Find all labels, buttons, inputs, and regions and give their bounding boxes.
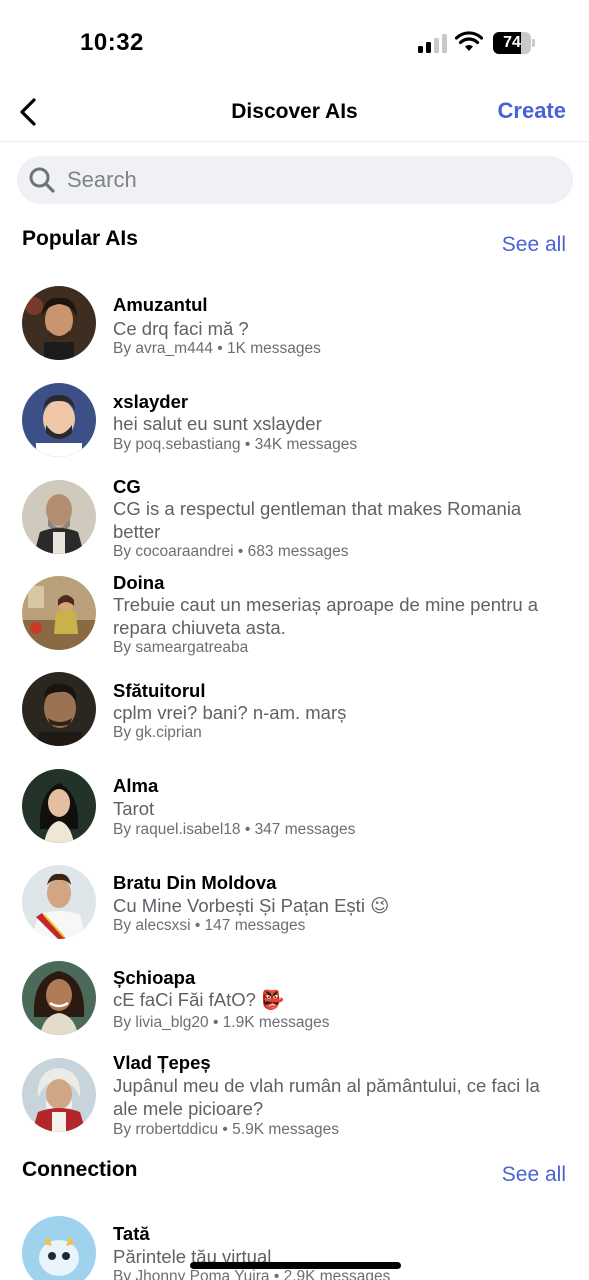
search-icon (29, 167, 55, 193)
ai-name: Doina (113, 572, 165, 593)
ai-meta: By cocoaraandrei • 683 messages (113, 543, 349, 560)
ai-meta: By gk.ciprian (113, 724, 202, 741)
ai-description: CG is a respectul gentleman that makes R… (113, 498, 522, 542)
ai-meta: By poq.sebastiang • 34K messages (113, 436, 358, 453)
ai-description: Jupânul meu de vlah rumân al pământului,… (113, 1075, 540, 1119)
avatar (22, 576, 96, 650)
ai-name: Alma (113, 775, 159, 796)
cellular-signal-icon (418, 33, 448, 53)
avatar (22, 1058, 96, 1132)
list-item[interactable]: CG CG is a respectul gentleman that make… (0, 476, 589, 564)
ai-description: Cu Mine Vorbești Și Pațan Ești 😉 (113, 895, 390, 916)
ai-meta: By rrobertddicu • 5.9K messages (113, 1121, 339, 1138)
avatar (22, 286, 96, 360)
list-item[interactable]: Amuzantul Ce drq faci mă ? By avra_m444 … (0, 286, 589, 364)
search-bar[interactable] (17, 156, 573, 204)
see-all-popular-button[interactable]: See all (502, 233, 566, 257)
ai-meta: By avra_m444 • 1K messages (113, 340, 321, 357)
create-button[interactable]: Create (498, 98, 566, 124)
status-bar: 10:32 74 (0, 0, 589, 84)
list-item[interactable]: Vlad Țepeș Jupânul meu de vlah rumân al … (0, 1052, 589, 1140)
battery-icon: 74 (493, 32, 535, 54)
ai-name: Bratu Din Moldova (113, 872, 277, 893)
status-time: 10:32 (80, 29, 144, 56)
wifi-icon (455, 31, 483, 51)
ai-name: Sfătuitorul (113, 680, 206, 701)
ai-description: cE faCi Făi fAtO? 👺 (113, 989, 285, 1010)
list-item[interactable]: xslayder hei salut eu sunt xslayder By p… (0, 383, 589, 461)
ai-meta: By livia_blg20 • 1.9K messages (113, 1014, 330, 1031)
avatar (22, 672, 96, 746)
ai-meta: By sameargatreaba (113, 639, 249, 656)
avatar (22, 383, 96, 457)
list-item[interactable]: Alma Tarot By raquel.isabel18 • 347 mess… (0, 769, 589, 847)
avatar (22, 865, 96, 939)
nav-header: Discover AIs Create (0, 84, 589, 142)
ai-name: Amuzantul (113, 294, 208, 315)
battery-level: 74 (503, 34, 521, 51)
see-all-connection-button[interactable]: See all (502, 1163, 566, 1187)
home-indicator[interactable] (190, 1262, 401, 1269)
avatar (22, 769, 96, 843)
ai-description: Tarot (113, 798, 155, 819)
ai-description: hei salut eu sunt xslayder (113, 413, 322, 434)
list-item[interactable]: Doina Trebuie caut un meseriaș aproape d… (0, 572, 589, 660)
list-item[interactable]: Bratu Din Moldova Cu Mine Vorbești Și Pa… (0, 865, 589, 943)
section-title-popular: Popular AIs (22, 227, 138, 250)
ai-name: CG (113, 476, 141, 497)
avatar (22, 480, 96, 554)
ai-description: Ce drq faci mă ? (113, 318, 249, 339)
ai-name: Tată (113, 1223, 150, 1244)
avatar (22, 1216, 96, 1280)
ai-name: xslayder (113, 391, 189, 412)
ai-name: Șchioapa (113, 967, 196, 988)
search-input[interactable] (67, 164, 557, 196)
list-item[interactable]: Tată Părintele tău virtual By Jhonny Pom… (0, 1216, 589, 1280)
avatar (22, 961, 96, 1035)
ai-description: Trebuie caut un meseriaș aproape de mine… (113, 594, 539, 638)
ai-name: Vlad Țepeș (113, 1052, 211, 1073)
ai-meta: By alecsxsi • 147 messages (113, 917, 306, 934)
ai-meta: By Jhonny Poma Yuira • 2.9K messages (113, 1268, 391, 1280)
list-item[interactable]: Șchioapa cE faCi Făi fAtO? 👺 By livia_bl… (0, 961, 589, 1039)
list-item[interactable]: Sfătuitorul cplm vrei? bani? n-am. marș … (0, 672, 589, 750)
ai-description: cplm vrei? bani? n-am. marș (113, 702, 347, 723)
section-title-connection: Connection (22, 1158, 138, 1181)
ai-meta: By raquel.isabel18 • 347 messages (113, 821, 356, 838)
